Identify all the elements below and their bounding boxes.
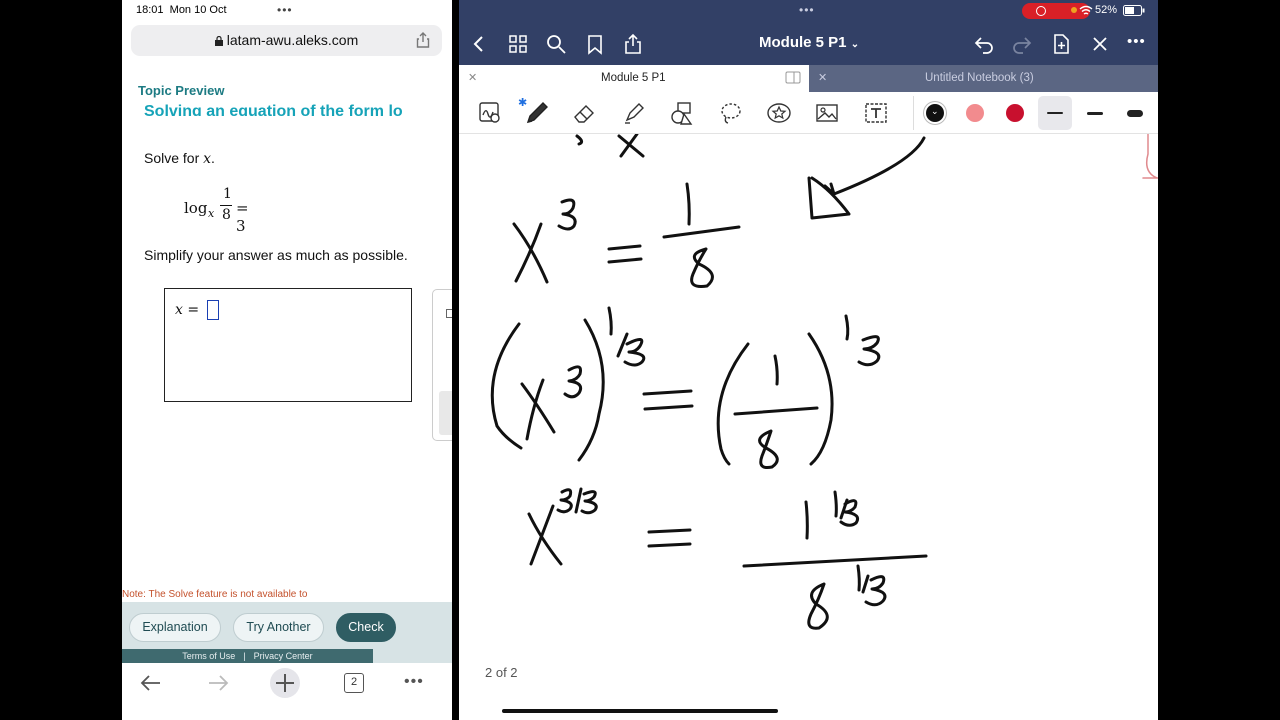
pen-icon[interactable] (524, 100, 550, 126)
highlighter-icon[interactable] (621, 100, 647, 126)
lasso-icon[interactable] (718, 100, 744, 126)
bookmark-icon[interactable] (584, 33, 606, 55)
equation-line-3 (527, 487, 928, 630)
math-palette-panel[interactable] (432, 289, 452, 441)
close-editing-icon[interactable] (1089, 33, 1111, 55)
answer-label: x = (175, 302, 200, 318)
instruction-text: Simplify your answer as much as possible… (144, 247, 408, 263)
notes-app-window: ••• 52% Module 5 P1 ⌄ ••• ✕ Module 5 P1 … (459, 0, 1158, 720)
eraser-icon[interactable] (572, 100, 598, 126)
battery-icon (1123, 5, 1145, 16)
lock-icon (214, 35, 223, 46)
equation-line-1 (512, 182, 741, 288)
back-arrow-icon[interactable] (139, 670, 163, 696)
fraction-bar (220, 205, 232, 206)
more-icon[interactable]: ••• (1127, 33, 1146, 50)
stroke-thin-button[interactable] (1038, 96, 1072, 130)
forward-arrow-icon[interactable] (206, 670, 230, 696)
grid-view-icon[interactable] (507, 33, 529, 55)
multitasking-dots-icon[interactable]: ••• (799, 3, 815, 17)
image-icon[interactable] (814, 100, 840, 126)
try-another-button[interactable]: Try Another (233, 613, 324, 642)
wifi-icon (1079, 5, 1093, 15)
toolbar-divider (913, 96, 914, 130)
notebook-tabs: ✕ Module 5 P1 ✕ Untitled Notebook (3) (459, 65, 1158, 92)
close-icon[interactable]: ✕ (818, 71, 827, 84)
left-black-gutter (0, 0, 122, 720)
topic-preview-label: Topic Preview (138, 83, 225, 98)
url-text: latam-awu.aleks.com (131, 32, 442, 48)
sticker-icon[interactable] (766, 100, 792, 126)
status-bar: ••• 52% (459, 0, 1158, 22)
topic-heading: Solving an equation of the form lo (144, 103, 403, 116)
tabs-button[interactable]: 2 (344, 673, 364, 693)
split-view-icon[interactable] (785, 71, 801, 84)
address-bar[interactable]: latam-awu.aleks.com (131, 25, 442, 56)
share-icon[interactable] (622, 33, 644, 55)
answer-input[interactable] (207, 300, 219, 320)
status-bar-time: 18:01 Mon 10 Oct (136, 4, 227, 16)
shapes-icon[interactable] (669, 100, 695, 126)
terms-link[interactable]: Terms of Use (182, 651, 235, 661)
privacy-link[interactable]: Privacy Center (254, 651, 313, 661)
chevron-down-icon: ⌄ (850, 39, 860, 50)
more-icon[interactable]: ••• (404, 673, 424, 691)
undo-icon[interactable] (973, 33, 995, 55)
drawing-toolbar: ✱ ⌄ (459, 92, 1158, 134)
text-box-icon[interactable] (863, 100, 889, 126)
question-prompt: Solve for x. (144, 150, 215, 167)
document-toolbar: Module 5 P1 ⌄ ••• (459, 22, 1158, 65)
battery-level: 52% (1095, 4, 1118, 16)
thick-stroke-icon (1127, 110, 1143, 117)
search-icon[interactable] (545, 33, 567, 55)
add-page-icon[interactable] (1050, 33, 1072, 55)
black-color-swatch[interactable]: ⌄ (926, 104, 944, 122)
close-icon[interactable]: ✕ (468, 71, 477, 84)
mic-indicator (1071, 7, 1077, 13)
medium-stroke-icon (1087, 112, 1103, 115)
back-chevron-icon[interactable] (468, 33, 490, 55)
pink-color-swatch[interactable] (966, 104, 984, 122)
stroke-thick-button[interactable] (1118, 96, 1152, 130)
legal-links: Terms of Use | Privacy Center (122, 649, 373, 663)
checkmark-icon: ⌄ (931, 106, 939, 116)
share-icon[interactable] (416, 32, 430, 48)
redo-icon[interactable] (1011, 33, 1033, 55)
handwriting-zoom-icon[interactable] (477, 100, 503, 126)
explanation-button[interactable]: Explanation (129, 613, 221, 642)
document-title[interactable]: Module 5 P1 ⌄ (759, 34, 859, 51)
check-button[interactable]: Check (336, 613, 396, 642)
right-black-gutter (1158, 0, 1280, 720)
answer-area: x = (164, 288, 412, 402)
home-indicator[interactable] (502, 709, 778, 713)
tab-untitled-notebook[interactable]: ✕ Untitled Notebook (3) (809, 65, 1158, 92)
plus-icon (276, 674, 294, 692)
tab-module-5-p1[interactable]: ✕ Module 5 P1 (459, 65, 809, 92)
equation-line-2 (490, 306, 881, 469)
thin-stroke-icon (1047, 112, 1063, 114)
multitasking-dots-icon[interactable]: ••• (277, 3, 293, 17)
fraction-icon[interactable] (446, 309, 452, 318)
palette-button[interactable] (439, 391, 452, 435)
stroke-medium-button[interactable] (1078, 96, 1112, 130)
note-canvas[interactable] (459, 134, 1158, 704)
page-indicator: 2 of 2 (485, 665, 518, 680)
safari-window: 18:01 Mon 10 Oct ••• latam-awu.aleks.com… (122, 0, 452, 720)
new-tab-button[interactable] (270, 668, 300, 698)
red-color-swatch[interactable] (1006, 104, 1024, 122)
